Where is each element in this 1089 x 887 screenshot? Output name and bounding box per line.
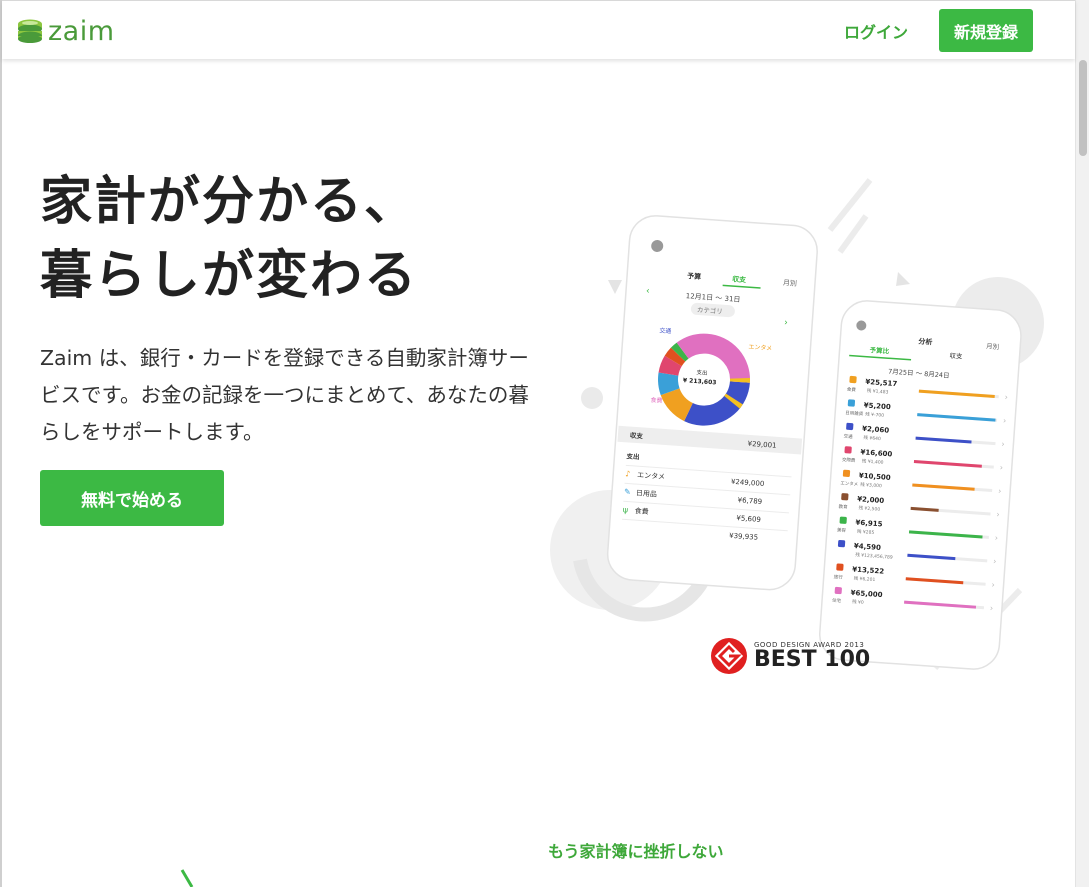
row-chevron-icon: › bbox=[991, 580, 995, 589]
hero-title-line2: 暮らしが変わる bbox=[40, 246, 419, 306]
tab-balance: 収支 bbox=[732, 274, 748, 284]
analysis-monthly: 月別 bbox=[986, 341, 1000, 351]
category-icon bbox=[846, 422, 854, 431]
category-pill-label: カテゴリ bbox=[697, 305, 724, 316]
expense-row-value: ¥6,789 bbox=[737, 496, 762, 506]
section-tagline: もう家計簿に挫折しない bbox=[548, 842, 724, 861]
page-scrollbar[interactable] bbox=[1075, 0, 1089, 887]
analysis-title: 分析 bbox=[918, 337, 933, 347]
category-icon bbox=[839, 516, 847, 524]
row-chevron-icon: › bbox=[996, 510, 1000, 519]
award-best100: BEST 100 bbox=[754, 647, 871, 672]
hero-title: 家計が分かる、 暮らしが変わる bbox=[40, 165, 418, 313]
fork-knife-icon: ψ bbox=[622, 505, 628, 514]
top-navigation-bar: zaim ログイン 新規登録 bbox=[2, 0, 1075, 59]
row-chevron-icon: › bbox=[1001, 440, 1005, 449]
category-icon bbox=[847, 399, 856, 407]
app-illustration: 予算 収支 月別 12月1日 〜 31日 ‹ › カテゴリ 支出 ¥ 213,6… bbox=[550, 178, 1044, 670]
category-icon bbox=[841, 493, 849, 501]
donut-label-entertainment: エンタメ bbox=[748, 343, 772, 353]
logo-text: zaim bbox=[48, 15, 115, 47]
category-icon bbox=[837, 540, 846, 548]
zaim-logo[interactable]: zaim bbox=[16, 15, 115, 47]
tab-balance-right: 収支 bbox=[949, 351, 963, 361]
row-chevron-icon: › bbox=[990, 604, 994, 613]
tab-budget-ratio: 予算比 bbox=[869, 345, 890, 355]
decor-triangle bbox=[608, 280, 622, 294]
good-design-award: GOOD DESIGN AWARD 2013 BEST 100 bbox=[710, 637, 870, 675]
category-icon bbox=[834, 586, 842, 595]
hero-title-line1: 家計が分かる、 bbox=[40, 172, 419, 232]
window-edge bbox=[0, 0, 2, 887]
expense-row-value: ¥5,609 bbox=[736, 514, 761, 524]
category-icon bbox=[836, 563, 844, 571]
music-note-icon: ♪ bbox=[625, 469, 631, 478]
category-icon bbox=[844, 446, 852, 454]
next-arrow-icon: › bbox=[784, 318, 788, 328]
category-icon bbox=[842, 469, 851, 477]
row-chevron-icon: › bbox=[995, 533, 999, 542]
start-free-button[interactable]: 無料で始める bbox=[40, 470, 224, 526]
row-chevron-icon: › bbox=[998, 486, 1002, 495]
donut-label-food: 食費 bbox=[650, 396, 663, 405]
tab-budget: 予算 bbox=[687, 271, 702, 281]
g-mark-icon bbox=[711, 638, 747, 674]
expense-row-name: 日用品 bbox=[636, 489, 658, 498]
row-chevron-icon: › bbox=[999, 463, 1003, 472]
row-chevron-icon: › bbox=[1003, 416, 1007, 425]
tab-monthly: 月別 bbox=[783, 278, 798, 288]
coin-stack-icon bbox=[18, 19, 42, 43]
decor-circle bbox=[581, 387, 603, 409]
prev-arrow-icon: ‹ bbox=[646, 286, 650, 296]
expense-label: 支出 bbox=[625, 451, 640, 461]
row-chevron-icon: › bbox=[1004, 393, 1008, 402]
decor-stroke bbox=[837, 214, 869, 254]
phone-left-body bbox=[606, 215, 818, 591]
phone-left: 予算 収支 月別 12月1日 〜 31日 ‹ › カテゴリ 支出 ¥ 213,6… bbox=[606, 215, 818, 591]
login-link[interactable]: ログイン bbox=[844, 19, 908, 43]
hero-description: Zaim は、銀行・カードを登録できる自動家計簿サービスです。お金の記録を一つに… bbox=[40, 346, 529, 444]
brush-icon: ✎ bbox=[624, 487, 631, 496]
row-chevron-icon: › bbox=[993, 557, 997, 566]
donut-label-transport: 交通 bbox=[659, 326, 672, 335]
decor-green-stroke bbox=[180, 869, 194, 887]
decor-triangle bbox=[896, 272, 910, 286]
signup-button[interactable]: 新規登録 bbox=[939, 9, 1033, 52]
category-icon bbox=[849, 375, 857, 384]
expense-row-name: 食費 bbox=[634, 506, 649, 516]
income-label: 収支 bbox=[630, 431, 644, 441]
phone-right: 分析 月別 予算比 収支 7月25日 〜 8月24日 食費¥25,517残 ¥1… bbox=[819, 300, 1022, 670]
scrollbar-thumb[interactable] bbox=[1079, 60, 1087, 156]
